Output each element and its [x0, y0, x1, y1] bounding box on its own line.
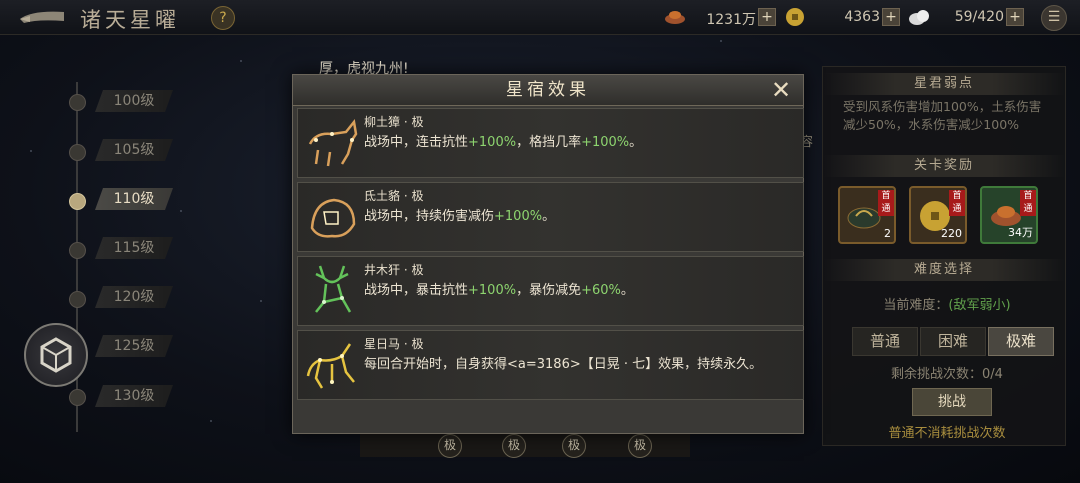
effect-card: 氐土貉 · 极 战场中，持续伤害减伤+100%。: [297, 182, 804, 252]
current-difficulty-label: 当前难度：: [883, 298, 949, 313]
desc-text: 。: [542, 209, 556, 224]
first-clear-tag: 首通: [878, 190, 894, 216]
desc-text: 战场中，持续伤害减伤: [364, 209, 495, 224]
star: [180, 210, 182, 212]
effect-card: 星日马 · 极 每回合开始时，自身获得<a=3186>【日晃 · 七】效果，持续…: [297, 330, 804, 400]
current-difficulty-value: (敌军弱小): [948, 298, 1011, 313]
desc-text: ，格挡几率: [516, 135, 582, 150]
formation-button[interactable]: [24, 323, 88, 387]
challenge-note: 普通不消耗挑战次数: [888, 426, 1006, 441]
badger-constellation-icon: [310, 198, 356, 238]
star: [30, 150, 32, 152]
level-node[interactable]: [69, 389, 86, 406]
desc-value: +100%: [468, 135, 517, 150]
level-node[interactable]: [69, 242, 86, 259]
resource-ingot: 1231万 +: [660, 7, 782, 28]
stag-constellation-icon: [315, 265, 352, 313]
menu-button[interactable]: ☰: [1041, 5, 1067, 31]
effect-description: 战场中，连击抗性+100%，格挡几率+100%。: [364, 133, 794, 152]
dialog-header: 星宿效果 ✕: [293, 75, 803, 106]
reward-item[interactable]: 首通 34万: [980, 186, 1038, 244]
effect-name: 柳土獐 · 极: [364, 115, 424, 129]
level-chip: 极: [502, 434, 526, 458]
stamina-icon: [909, 10, 929, 25]
level-label[interactable]: 120级: [95, 286, 173, 308]
effect-description: 每回合开始时，自身获得<a=3186>【日晃 · 七】效果，持续永久。: [364, 357, 763, 372]
star: [720, 40, 722, 42]
level-label-active[interactable]: 110级: [95, 188, 173, 210]
level-label[interactable]: 100级: [95, 90, 173, 112]
horse-constellation-icon: [306, 343, 355, 389]
top-bar: 诸天星曜 ? 1231万 + 4363 + 59/420 + ☰: [0, 0, 1080, 35]
resource-coin: 4363 +: [784, 7, 906, 27]
effect-card: 井木犴 · 极 战场中，暴击抗性+100%，暴伤减免+60%。: [297, 256, 804, 326]
resource-stamina: 59/420 +: [908, 7, 1030, 27]
star: [240, 60, 242, 62]
desc-text: 战场中，连击抗性: [364, 135, 469, 150]
level-node-active[interactable]: [69, 193, 86, 210]
desc-text: 。: [629, 135, 643, 150]
difficulty-normal-button[interactable]: 普通: [852, 327, 918, 356]
level-node[interactable]: [69, 291, 86, 308]
resource-value: 4363: [844, 9, 880, 25]
star: [260, 300, 262, 302]
level-label[interactable]: 130级: [95, 385, 173, 407]
weakness-text: 受到风系伤害增加100%，土系伤害减少50%，水系伤害减少100%: [843, 99, 1042, 132]
level-chip: 极: [438, 434, 462, 458]
desc-value: +100%: [468, 283, 517, 298]
level-node[interactable]: [69, 144, 86, 161]
difficulty-hard-button[interactable]: 困难: [920, 327, 986, 356]
coin-icon: [786, 8, 804, 26]
desc-text: ，暴伤减免: [516, 283, 582, 298]
reward-count: 220: [941, 227, 962, 240]
remaining-attempts: 剩余挑战次数：0/4: [891, 367, 1003, 382]
effect-description: 战场中，暴击抗性+100%，暴伤减免+60%。: [364, 281, 794, 300]
difficulty-extreme-button[interactable]: 极难: [988, 327, 1054, 356]
level-label[interactable]: 105级: [95, 139, 173, 161]
challenge-button[interactable]: 挑战: [912, 388, 992, 416]
desc-value: +100%: [581, 135, 630, 150]
add-ingot-button[interactable]: +: [758, 8, 776, 26]
resource-value: 1231万: [706, 12, 756, 28]
dialog-title: 星宿效果: [506, 80, 590, 100]
level-label[interactable]: 115级: [95, 237, 173, 259]
reward-count: 34万: [1008, 226, 1033, 239]
deer-constellation-icon: [308, 119, 358, 167]
effect-card: 柳土獐 · 极 战场中，连击抗性+100%，格挡几率+100%。: [297, 108, 804, 178]
effect-name: 星日马 · 极: [364, 337, 424, 351]
reward-item[interactable]: 首通 2: [838, 186, 896, 244]
desc-value: +100%: [494, 209, 543, 224]
desc-value: +60%: [581, 283, 621, 298]
dialog-body: 柳土獐 · 极 战场中，连击抗性+100%，格挡几率+100%。 氐土貉 · 极…: [293, 106, 804, 433]
constellation-effect-dialog: 星宿效果 ✕ 柳土獐 · 极 战场中，连击抗性+100%，格挡几率+100%。 …: [292, 74, 804, 434]
ingot-icon: [665, 11, 685, 24]
desc-text: 战场中，暴击抗性: [364, 283, 469, 298]
page-title: 诸天星曜: [80, 8, 180, 32]
first-clear-tag: 首通: [949, 190, 965, 216]
close-button[interactable]: ✕: [769, 78, 793, 102]
resource-value: 59/420: [954, 9, 1004, 25]
effect-name: 氐土貉 · 极: [364, 189, 424, 203]
level-chip: 极: [628, 434, 652, 458]
star: [210, 420, 212, 422]
level-label[interactable]: 125级: [95, 335, 173, 357]
add-stamina-button[interactable]: +: [1006, 8, 1024, 26]
reward-header: 关卡奖励: [823, 155, 1065, 177]
cube-icon: [40, 337, 72, 373]
first-clear-tag: 首通: [1020, 190, 1036, 216]
current-difficulty: 当前难度：(敌军弱小): [832, 294, 1062, 313]
back-arrow-icon[interactable]: [18, 6, 66, 28]
level-node[interactable]: [69, 94, 86, 111]
desc-text: 。: [620, 283, 634, 298]
weakness-header: 星君弱点: [823, 73, 1065, 95]
effect-description: 战场中，持续伤害减伤+100%。: [364, 207, 794, 226]
help-button[interactable]: ?: [211, 6, 235, 30]
reward-item[interactable]: 首通 220: [909, 186, 967, 244]
add-coin-button[interactable]: +: [882, 8, 900, 26]
reward-count: 2: [884, 227, 891, 240]
difficulty-header: 难度选择: [823, 259, 1065, 281]
effect-name: 井木犴 · 极: [364, 263, 424, 277]
level-chip: 极: [562, 434, 586, 458]
